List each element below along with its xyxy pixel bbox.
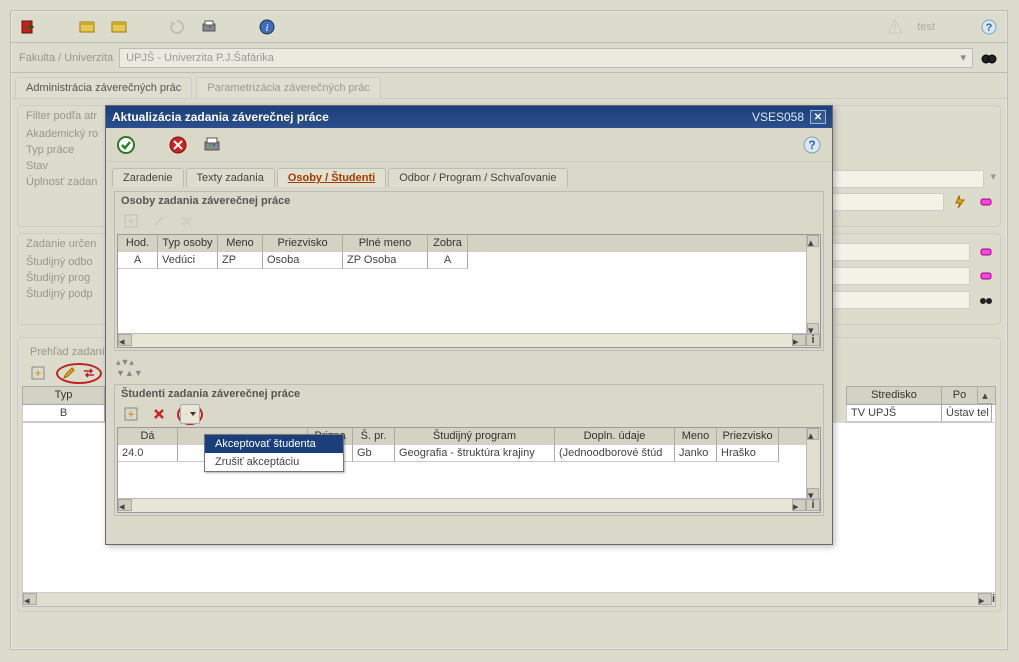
exit-icon[interactable] (19, 17, 39, 37)
dialog-code: VSES058 (752, 110, 804, 124)
chevron-down-icon[interactable]: ▾ (960, 51, 966, 64)
eraser-icon-3[interactable] (976, 266, 996, 286)
university-value: UPJŠ - Univerzita P.J.Šafárika (126, 52, 274, 64)
menu-accept-student[interactable]: Akceptovať študenta (205, 435, 343, 453)
refresh-icon (167, 17, 187, 37)
university-row: Fakulta / Univerzita UPJŠ - Univerzita P… (11, 43, 1007, 73)
binoculars-icon-2[interactable] (976, 290, 996, 310)
bg-cell-typ: B (23, 405, 105, 422)
student-action-menu: Akceptovať študenta Zrušiť akceptáciu (204, 434, 344, 472)
col-zobra[interactable]: Zobra (428, 235, 468, 252)
col-plnemeno[interactable]: Plné meno (343, 235, 428, 252)
col-meno[interactable]: Meno (218, 235, 263, 252)
swap-icon[interactable] (79, 363, 99, 383)
info-icon-osoby[interactable]: i (806, 334, 820, 346)
svg-text:+: + (127, 407, 134, 421)
section-osoby-title: Osoby zadania záverečnej práce (115, 192, 823, 210)
disk1-icon[interactable] (77, 17, 97, 37)
chevron-down-icon (190, 412, 196, 416)
close-icon[interactable]: ✕ (810, 110, 826, 124)
dialog-tabs: Zaradenie Texty zadania Osoby / Študenti… (106, 162, 832, 187)
info-icon-studenti[interactable]: i (806, 499, 820, 511)
col-dopln[interactable]: Dopln. údaje (555, 428, 675, 445)
svg-text:i: i (265, 22, 268, 34)
dialog-update-thesis: Aktualizácia zadania záverečnej práce VS… (105, 105, 833, 545)
add-icon[interactable]: + (28, 363, 48, 383)
tab-param[interactable]: Parametrizácia záverečných prác (196, 77, 381, 98)
info-icon[interactable]: i (257, 17, 277, 37)
student-run-icon[interactable] (180, 404, 200, 424)
tab-odbor[interactable]: Odbor / Program / Schvaľovanie (388, 168, 567, 187)
tab-zaradenie[interactable]: Zaradenie (112, 168, 184, 187)
tab-admin[interactable]: Administrácia záverečných prác (15, 77, 192, 98)
help-icon-2[interactable]: ? (802, 135, 822, 155)
section-studenti-title: Študenti zadania záverečnej práce (115, 385, 823, 403)
tab-texty[interactable]: Texty zadania (186, 168, 275, 187)
dialog-toolbar: ? (106, 128, 832, 162)
delete-person-icon (177, 211, 197, 231)
info-button-icon[interactable]: i (992, 593, 995, 606)
col-priezvisko[interactable]: Priezvisko (263, 235, 343, 252)
disk2-icon[interactable] (109, 17, 129, 37)
delete-student-icon[interactable] (149, 404, 169, 424)
help-icon[interactable]: ? (979, 17, 999, 37)
svg-text:+: + (127, 214, 134, 228)
resize-grip[interactable]: ▴▼▴▼▲▼ (106, 355, 832, 380)
osoby-vscroll[interactable]: ▴ ▾ (806, 235, 820, 335)
bg-hscrollbar[interactable]: ◂▸ i (22, 593, 996, 607)
dialog-titlebar: Aktualizácia zadania záverečnej práce VS… (106, 106, 832, 128)
col-da[interactable]: Dá (118, 428, 178, 445)
osoby-table: Hod. Typ osoby Meno Priezvisko Plné meno… (117, 234, 821, 348)
studenti-vscroll[interactable]: ▴ ▾ (806, 428, 820, 500)
studenti-hscroll[interactable]: ◂▸ i (118, 498, 820, 512)
add-person-icon: + (121, 211, 141, 231)
col-typosoby[interactable]: Typ osoby (158, 235, 218, 252)
svg-text:!: ! (894, 23, 897, 34)
flash-icon[interactable] (950, 192, 970, 212)
main-tab-strip: Administrácia záverečných prác Parametri… (11, 73, 1007, 99)
warning-icon: ! (885, 17, 905, 37)
col-priezvisko2[interactable]: Priezvisko (717, 428, 779, 445)
col-spr[interactable]: Š. pr. (353, 428, 395, 445)
binoculars-icon[interactable] (979, 48, 999, 68)
col-program[interactable]: Študijný program (395, 428, 555, 445)
bg-col-typ[interactable]: Typ (23, 387, 105, 404)
svg-text:?: ? (986, 22, 993, 34)
test-label: test (917, 21, 935, 33)
print-icon[interactable] (199, 17, 219, 37)
menu-cancel-accept[interactable]: Zrušiť akceptáciu (205, 453, 343, 471)
dialog-title-text: Aktualizácia zadania záverečnej práce (112, 110, 752, 124)
bg-col-po[interactable]: Po (942, 387, 978, 404)
add-student-icon[interactable]: + (121, 404, 141, 424)
edit-person-icon (149, 211, 169, 231)
bg-col-stredisko[interactable]: Stredisko (847, 387, 942, 404)
bg-cell-stredisko: TV UPJŠ (847, 405, 942, 422)
table-row[interactable]: A Vedúci ZP Osoba ZP Osoba A (118, 252, 820, 269)
tab-osoby[interactable]: Osoby / Študenti (277, 168, 386, 187)
ok-icon[interactable] (116, 135, 136, 155)
svg-text:+: + (34, 366, 41, 380)
bg-cell-po: Ústav tel (942, 405, 992, 422)
university-label: Fakulta / Univerzita (19, 52, 113, 64)
main-toolbar: i ! test ? (11, 11, 1007, 43)
chevron-down-icon[interactable]: ▾ (990, 170, 996, 188)
student-action-highlight (177, 404, 203, 425)
col-hod[interactable]: Hod. (118, 235, 158, 252)
cancel-icon[interactable] (168, 135, 188, 155)
edit-icon-highlighted[interactable] (59, 363, 79, 383)
section-osoby: Osoby zadania záverečnej práce + Hod. Ty… (114, 191, 824, 351)
university-field[interactable]: UPJŠ - Univerzita P.J.Šafárika ▾ (119, 48, 973, 68)
print-icon-2[interactable] (202, 135, 222, 155)
col-meno2[interactable]: Meno (675, 428, 717, 445)
eraser-icon-2[interactable] (976, 242, 996, 262)
eraser-icon[interactable] (976, 192, 996, 212)
osoby-hscroll[interactable]: ◂▸ i (118, 333, 820, 347)
svg-text:?: ? (808, 138, 815, 152)
